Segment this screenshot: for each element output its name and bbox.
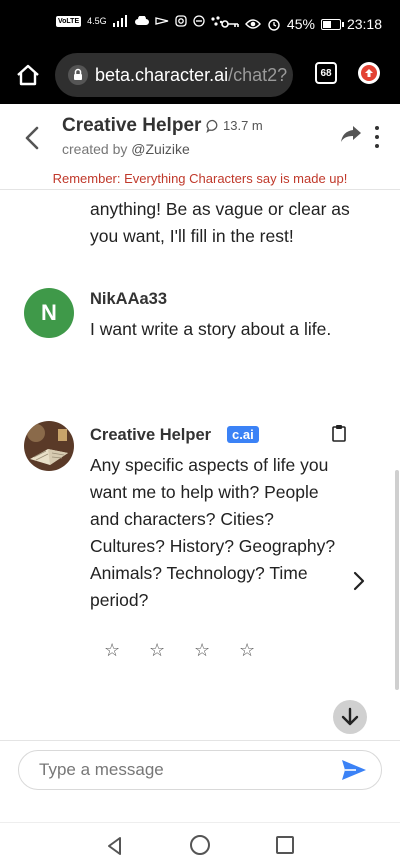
status-right: 45% 23:18 <box>221 16 382 32</box>
message-input[interactable] <box>18 750 382 790</box>
star-icon[interactable]: ☆ <box>239 640 255 661</box>
nav-back-icon[interactable] <box>105 836 125 856</box>
lock-icon <box>68 65 88 85</box>
avatar <box>24 421 74 471</box>
battery-percent: 45% <box>286 16 315 32</box>
volte-indicator: VoLTE <box>56 15 82 27</box>
cast-icon <box>155 17 168 25</box>
browser-toolbar: beta.character.ai/chat2? 68 <box>0 50 400 104</box>
eye-icon <box>244 19 261 29</box>
arrow-down-icon <box>341 707 359 726</box>
clock: 23:18 <box>346 16 382 32</box>
creator-line: created by @Zuizike <box>62 141 190 157</box>
book-avatar-icon <box>24 421 74 471</box>
message-author: Creative Helper <box>90 426 212 444</box>
creator-handle[interactable]: @Zuizike <box>131 141 190 157</box>
nav-home-icon[interactable] <box>190 835 210 855</box>
scrollbar[interactable] <box>395 470 399 690</box>
character-name[interactable]: Creative Helper <box>62 115 201 137</box>
message-text: Any specific aspects of life you want me… <box>90 455 336 610</box>
composer <box>0 740 400 822</box>
clipboard-icon[interactable] <box>332 424 346 442</box>
signal-icon <box>112 15 127 27</box>
star-icon[interactable]: ☆ <box>104 640 120 661</box>
share-icon[interactable] <box>340 124 362 144</box>
rating-stars: ☆ ☆ ☆ ☆ <box>104 640 255 661</box>
disclaimer: Remember: Everything Characters say is m… <box>52 171 348 186</box>
ai-badge: c.ai <box>227 426 259 443</box>
home-icon[interactable] <box>14 61 42 89</box>
scroll-down-button[interactable] <box>333 700 367 734</box>
status-bar: VoLTE 4.5G 45% 23:18 <box>0 0 400 50</box>
avatar: N <box>24 288 74 338</box>
message-author: NikAAa33 <box>90 290 168 308</box>
star-icon[interactable]: ☆ <box>149 640 165 661</box>
more-icon[interactable] <box>372 126 382 148</box>
interaction-count: 13.7 m <box>206 118 263 133</box>
cloud-icon <box>134 16 149 25</box>
chat-bubble-icon <box>206 119 218 133</box>
key-icon <box>221 20 239 28</box>
send-icon[interactable] <box>340 758 368 782</box>
battery-icon <box>320 18 344 30</box>
message-text: I want write a story about a life. <box>90 319 332 339</box>
tabs-icon[interactable]: 68 <box>315 62 337 84</box>
alarm-icon <box>268 19 280 31</box>
interaction-value: 13.7 m <box>223 118 263 133</box>
url-path: /chat2? <box>228 64 288 85</box>
star-icon[interactable]: ☆ <box>194 640 210 661</box>
created-by-label: created by <box>62 141 132 157</box>
system-nav-bar <box>0 822 400 867</box>
chevron-right-icon[interactable] <box>352 570 366 592</box>
chat-header: Creative Helper 13.7 m created by @Zuizi… <box>0 104 400 190</box>
back-arrow-icon[interactable] <box>20 122 44 154</box>
chat-area[interactable]: anything! Be as vague or clear as you wa… <box>0 190 400 740</box>
url-host: beta.character.ai <box>95 64 229 85</box>
network-type: 4.5G <box>87 16 107 26</box>
nav-recents-icon[interactable] <box>276 836 294 854</box>
instagram-icon <box>175 15 187 27</box>
message-icon <box>193 15 205 27</box>
status-left: VoLTE 4.5G <box>56 15 223 27</box>
address-bar[interactable]: beta.character.ai/chat2? <box>55 53 293 97</box>
previous-message-text: anything! Be as vague or clear as you wa… <box>90 199 350 246</box>
update-icon[interactable] <box>358 62 380 84</box>
